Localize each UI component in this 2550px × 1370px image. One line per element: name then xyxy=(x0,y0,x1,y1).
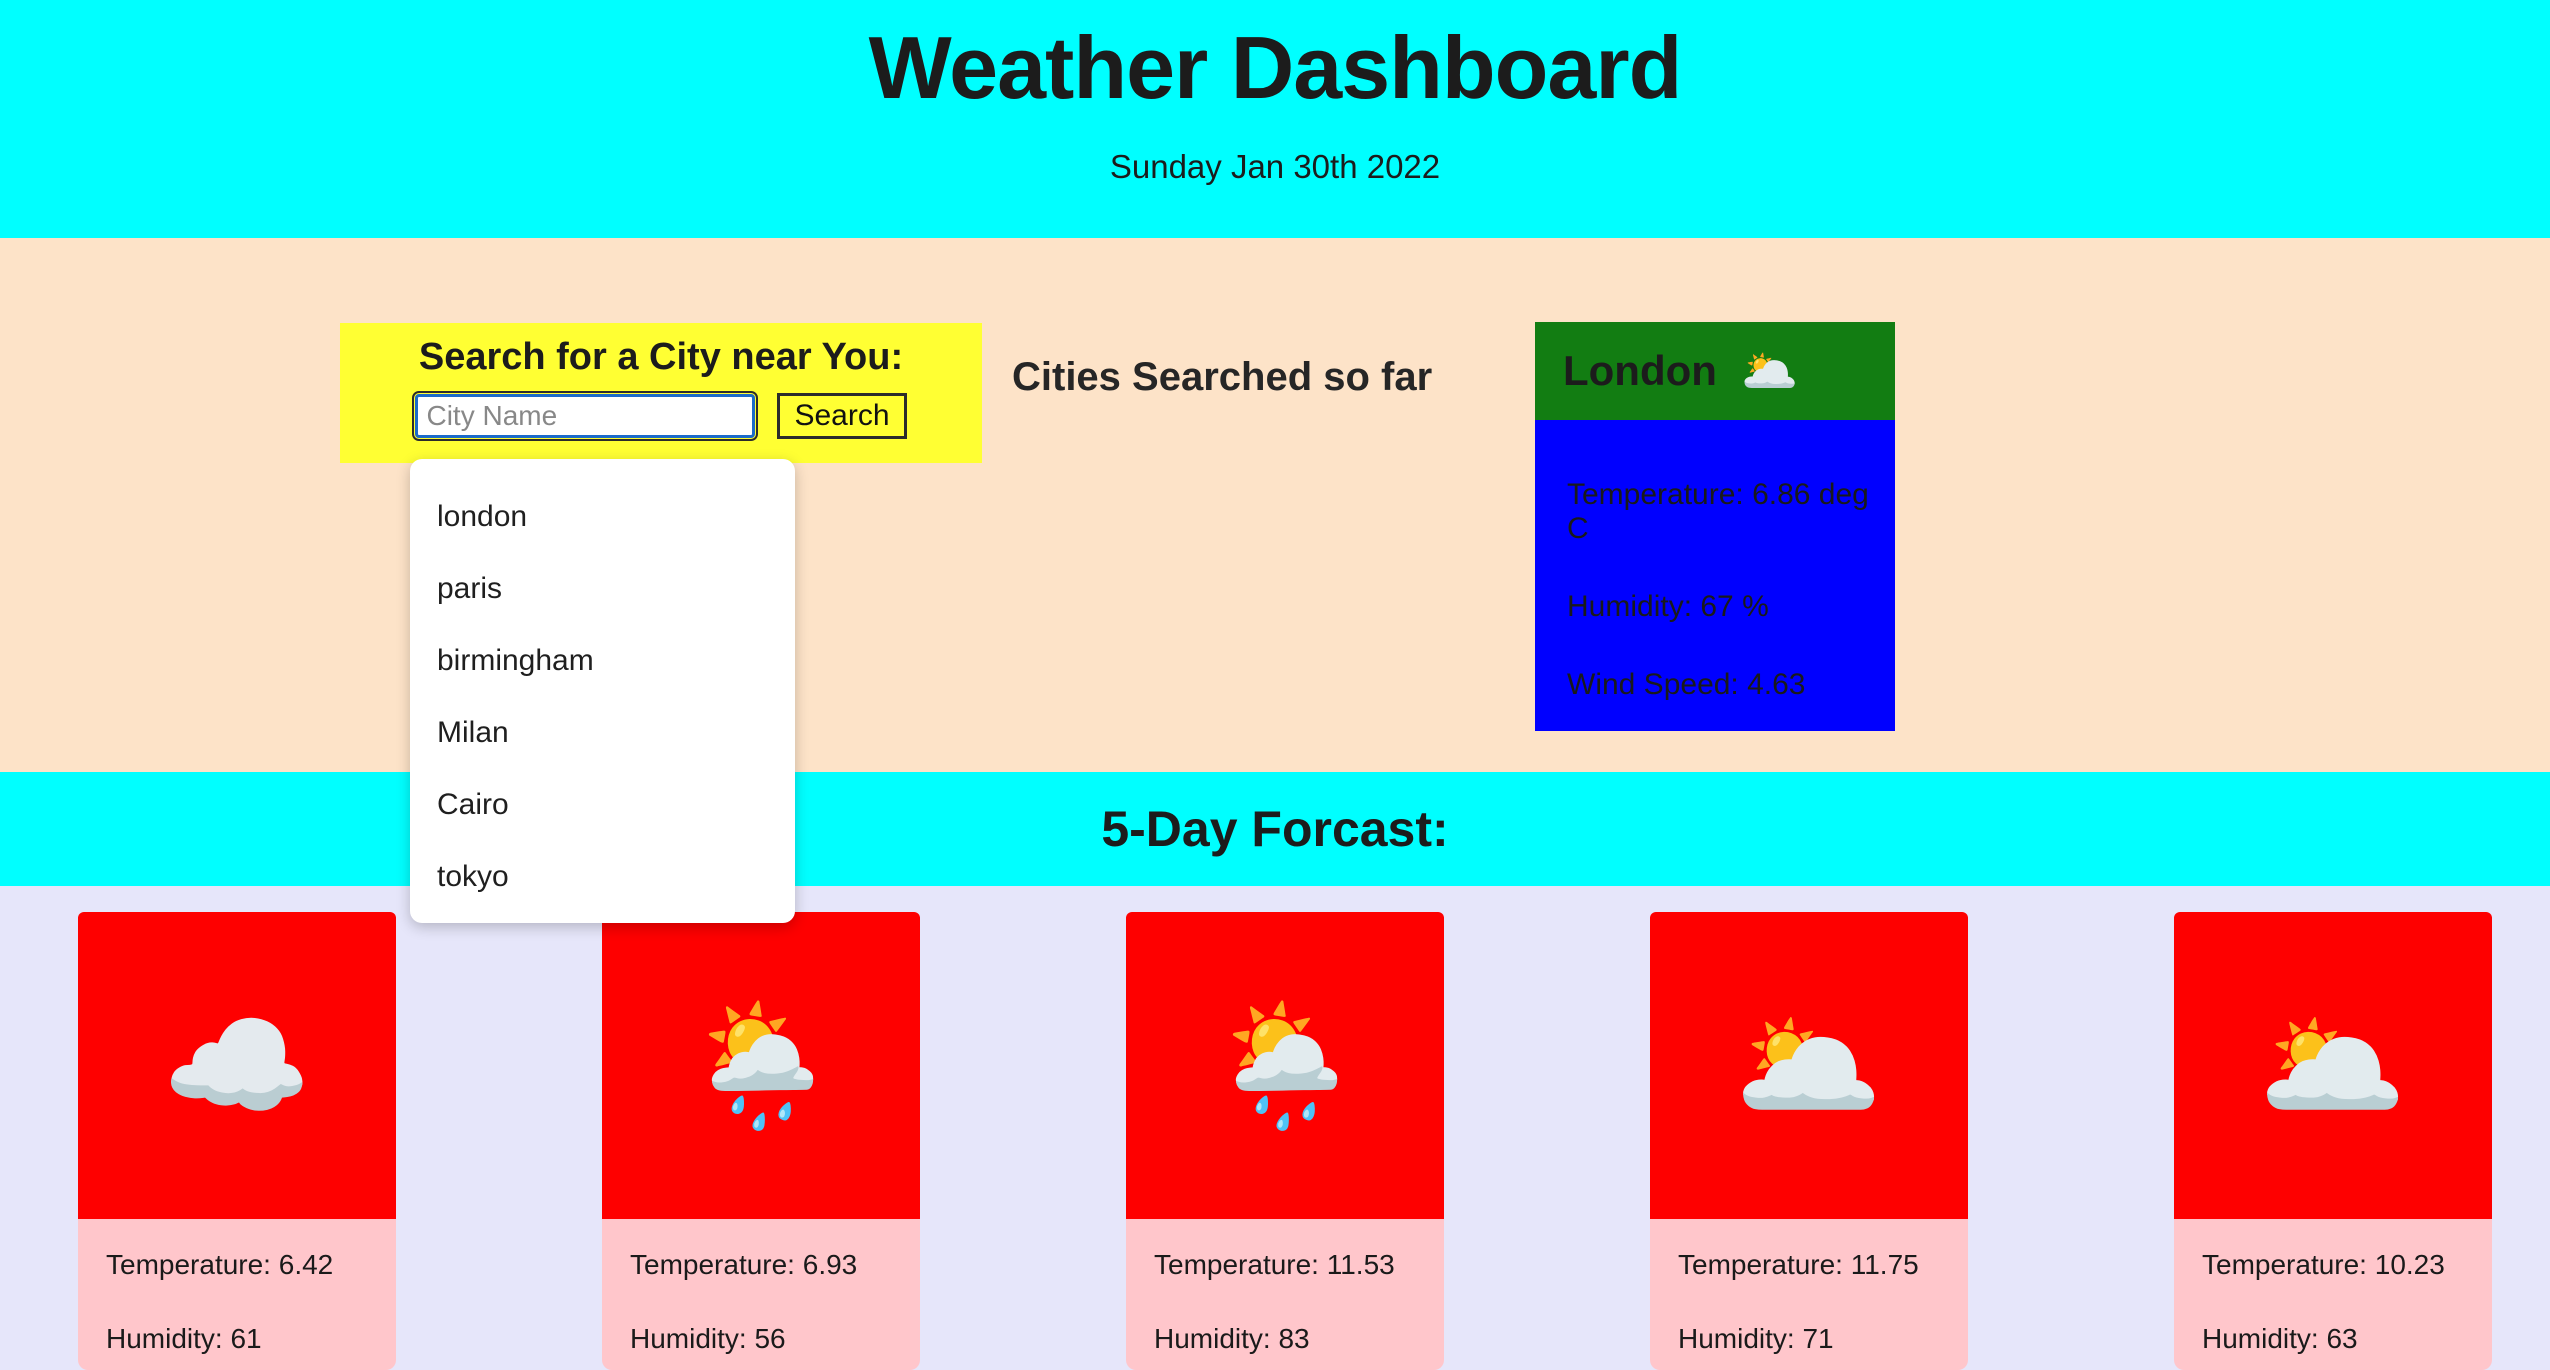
forecast-card-body: Temperature: 6.42 Humidity: 61 xyxy=(78,1219,396,1370)
forecast-temperature: Temperature: 11.75 xyxy=(1678,1249,1919,1280)
forecast-card[interactable]: 🌦️ Temperature: 11.53 Humidity: 83 xyxy=(1126,912,1444,1370)
broken-clouds-icon: 🌥️ xyxy=(1734,998,1884,1133)
suggestion-item[interactable]: Cairo xyxy=(410,769,795,841)
city-search-input[interactable] xyxy=(412,390,759,441)
forecast-temperature: Temperature: 6.93 xyxy=(630,1249,858,1280)
forecast-card-image: 🌥️ xyxy=(2174,912,2492,1219)
forecast-card-body: Temperature: 6.93 Humidity: 56 xyxy=(602,1219,920,1370)
current-city-card-header: London 🌥️ xyxy=(1535,322,1895,420)
forecast-card-body: Temperature: 11.75 Humidity: 71 xyxy=(1650,1219,1968,1370)
current-city-temperature: Temperature: 6.86 deg C xyxy=(1567,478,1869,545)
page-title: Weather Dashboard xyxy=(868,18,1683,117)
forecast-temperature: Temperature: 11.53 xyxy=(1154,1249,1395,1280)
forecast-card[interactable]: 🌥️ Temperature: 11.75 Humidity: 71 xyxy=(1650,912,1968,1370)
current-city-card-body: Temperature: 6.86 deg C Humidity: 67 % W… xyxy=(1535,420,1895,731)
forecast-card-body: Temperature: 11.53 Humidity: 83 xyxy=(1126,1219,1444,1370)
forecast-humidity: Humidity: 83 xyxy=(1154,1323,1310,1354)
suggestion-item[interactable]: Milan xyxy=(410,697,795,769)
city-suggestions-dropdown[interactable]: london paris birmingham Milan Cairo toky… xyxy=(410,459,795,923)
forecast-card[interactable]: 🌥️ Temperature: 10.23 Humidity: 63 xyxy=(2174,912,2492,1370)
forecast-heading: 5-Day Forcast: xyxy=(1101,801,1449,857)
current-date: Sunday Jan 30th 2022 xyxy=(1109,148,1441,186)
suggestion-item[interactable]: birmingham xyxy=(410,625,795,697)
sun-behind-rain-cloud-icon: 🌦️ xyxy=(686,998,836,1133)
forecast-humidity: Humidity: 61 xyxy=(106,1323,262,1354)
forecast-humidity: Humidity: 63 xyxy=(2202,1323,2358,1354)
current-city-name: London xyxy=(1563,347,1717,394)
forecast-card-image: ☁️ xyxy=(78,912,396,1219)
suggestion-item[interactable]: london xyxy=(410,481,795,553)
forecast-humidity: Humidity: 71 xyxy=(1678,1323,1834,1354)
forecast-card[interactable]: 🌦️ Temperature: 6.93 Humidity: 56 xyxy=(602,912,920,1370)
search-panel-title: Search for a City near You: xyxy=(418,336,904,378)
forecast-card-image: 🌦️ xyxy=(1126,912,1444,1219)
search-section: Search for a City near You: Search londo… xyxy=(0,238,2550,923)
current-city-card[interactable]: London 🌥️ Temperature: 6.86 deg C Humidi… xyxy=(1535,322,1895,731)
broken-clouds-icon: 🌥️ xyxy=(1740,345,1799,397)
sun-behind-rain-cloud-icon: 🌦️ xyxy=(1210,998,1360,1133)
search-controls: Search xyxy=(412,390,907,441)
current-city-humidity: Humidity: 67 % xyxy=(1567,590,1769,623)
forecast-card-list: ☁️ Temperature: 6.42 Humidity: 61 🌦️ Tem… xyxy=(0,886,2550,1370)
current-city-wind-speed: Wind Speed: 4.63 xyxy=(1567,668,1806,701)
forecast-humidity: Humidity: 56 xyxy=(630,1323,786,1354)
suggestion-item[interactable]: paris xyxy=(410,553,795,625)
forecast-card-body: Temperature: 10.23 Humidity: 63 xyxy=(2174,1219,2492,1370)
forecast-card[interactable]: ☁️ Temperature: 6.42 Humidity: 61 xyxy=(78,912,396,1370)
broken-clouds-icon: 🌥️ xyxy=(2258,998,2408,1133)
forecast-temperature: Temperature: 6.42 xyxy=(106,1249,334,1280)
forecast-card-image: 🌦️ xyxy=(602,912,920,1219)
search-panel: Search for a City near You: Search xyxy=(340,323,982,463)
forecast-section-header: 5-Day Forcast: xyxy=(0,772,2550,886)
search-button[interactable]: Search xyxy=(777,392,907,439)
page-header: Weather Dashboard Sunday Jan 30th 2022 xyxy=(0,0,2550,238)
suggestion-item[interactable]: tokyo xyxy=(410,841,795,913)
forecast-card-image: 🌥️ xyxy=(1650,912,1968,1219)
forecast-temperature: Temperature: 10.23 xyxy=(2202,1249,2445,1280)
cloud-icon: ☁️ xyxy=(162,998,312,1133)
cities-searched-heading: Cities Searched so far xyxy=(1012,355,1433,399)
